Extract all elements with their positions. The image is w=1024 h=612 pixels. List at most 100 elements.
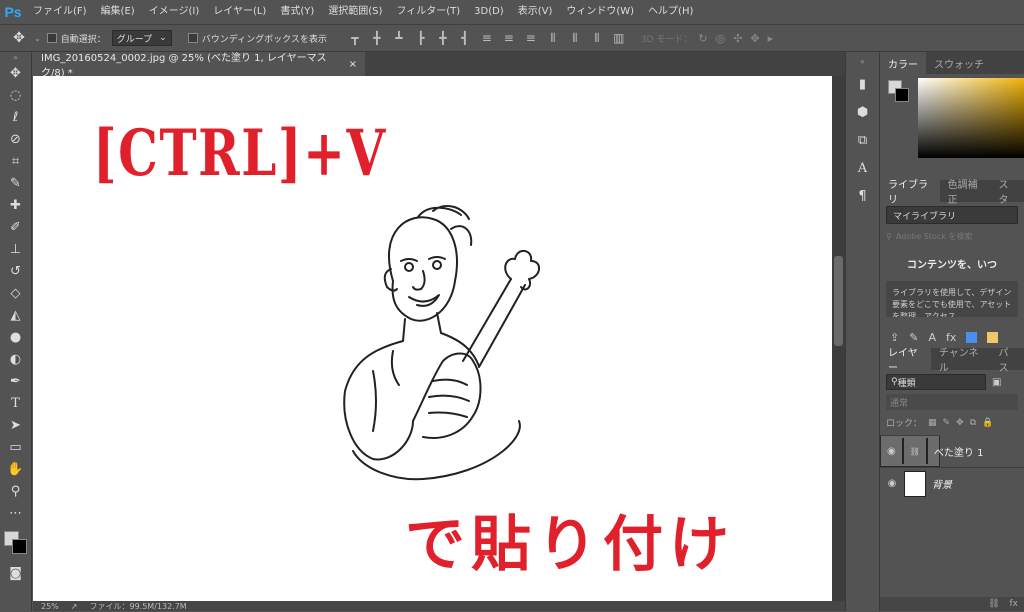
share-icon[interactable]: ↗ [71,602,78,611]
menu-window[interactable]: ウィンドウ(W) [559,0,641,24]
brush-asset-icon[interactable]: ✎ [909,331,918,344]
hand-tool-icon[interactable]: ✋ [0,458,31,480]
histogram-icon[interactable]: ▮ [846,70,879,98]
menu-view[interactable]: 表示(V) [511,0,560,24]
eraser-tool-icon[interactable]: ◇ [0,282,31,304]
distribute-vcenter-icon[interactable]: ≡ [503,31,515,46]
quick-mask-icon[interactable]: ◙ [0,562,31,584]
stock-search[interactable]: ⚲ Adobe Stock を検索 [886,228,1018,244]
menu-select[interactable]: 選択範囲(S) [321,0,389,24]
tab-paths[interactable]: パス [990,348,1024,374]
layer-row-fill[interactable]: ◉ ⛓ べた塗り 1 [880,435,983,467]
align-vcenter-icon[interactable]: ╋ [371,31,383,46]
collapse-icon[interactable]: » [0,52,31,62]
crop-tool-icon[interactable]: ⌗ [0,150,31,172]
tab-channels[interactable]: チャンネル [930,348,991,374]
align-left-icon[interactable]: ┣ [415,31,427,46]
zoom-tool-icon[interactable]: ⚲ [0,480,31,502]
lasso-tool-icon[interactable]: ℓ [0,106,31,128]
healing-brush-tool-icon[interactable]: ✚ [0,194,31,216]
tab-styles[interactable]: スタ [990,180,1024,206]
color-picker-field[interactable] [918,78,1024,158]
tab-libraries[interactable]: ライブラリ [880,180,940,206]
brush-tool-icon[interactable]: ✐ [0,216,31,238]
menu-file[interactable]: ファイル(F) [26,0,94,24]
character-icon[interactable]: A [846,154,879,182]
blend-mode-select[interactable]: 通常 [886,394,1018,410]
blue-swatch[interactable] [966,332,978,343]
link-layers-icon[interactable]: ⛓ [988,599,999,609]
yellow-swatch[interactable] [987,332,999,343]
visibility-eye-icon[interactable]: ◉ [887,446,896,457]
visibility-eye-icon[interactable]: ◉ [886,478,898,489]
pen-tool-icon[interactable]: ✒ [0,370,31,392]
auto-select-checkbox[interactable]: 自動選択： [46,32,106,45]
3d-roll-icon[interactable]: ◎ [716,32,726,45]
lock-position-icon[interactable]: ✥ [956,418,964,428]
3d-slide-icon[interactable]: ✥ [750,32,759,45]
menu-layer[interactable]: レイヤー(L) [206,0,273,24]
layer-kind-filter[interactable]: ⚲ 種類 [886,374,986,390]
menu-type[interactable]: 書式(Y) [273,0,321,24]
menu-image[interactable]: イメージ(I) [142,0,207,24]
menu-help[interactable]: ヘルプ(H) [641,0,700,24]
3d-pan-icon[interactable]: ✣ [733,32,742,45]
auto-align-icon[interactable]: ▥ [613,31,625,46]
quick-select-tool-icon[interactable]: ⊘ [0,128,31,150]
tab-layers[interactable]: レイヤー [880,348,931,374]
menu-3d[interactable]: 3D(D) [467,0,511,24]
distribute-right-icon[interactable]: ⦀ [591,31,603,46]
upload-icon[interactable]: ⇪ [890,331,899,344]
distribute-left-icon[interactable]: ⦀ [547,31,559,46]
document-tab[interactable]: IMG_20160524_0002.jpg @ 25% (べた塗り 1, レイヤ… [33,52,365,79]
file-size[interactable]: ファイル：99.5M/132.7M [89,601,186,612]
rectangle-tool-icon[interactable]: ▭ [0,436,31,458]
lock-artboard-icon[interactable]: ⧉ [970,418,976,428]
clone-stamp-tool-icon[interactable]: ⊥ [0,238,31,260]
eyedropper-tool-icon[interactable]: ✎ [0,172,31,194]
auto-select-dropdown[interactable]: グループ ⌄ [111,30,172,46]
fx-icon[interactable]: fx [1010,599,1019,609]
actions-icon[interactable]: ⧉ [846,126,879,154]
lock-all-icon[interactable]: 🔒 [982,418,993,428]
char-style-icon[interactable]: A [928,331,936,344]
type-tool-icon[interactable]: T [0,392,31,414]
link-icon[interactable]: ⛓ [910,447,920,456]
path-select-tool-icon[interactable]: ➤ [0,414,31,436]
align-right-icon[interactable]: ┫ [459,31,471,46]
move-tool-icon[interactable]: ✥ [10,30,28,46]
distribute-bottom-icon[interactable]: ≡ [525,31,537,46]
marquee-tool-icon[interactable]: ◌ [0,84,31,106]
3d-rotate-icon[interactable]: ↻ [698,32,707,45]
align-bottom-icon[interactable]: ┻ [393,31,405,46]
move-tool-icon[interactable]: ✥ [0,62,31,84]
image-filter-icon[interactable]: ▣ [992,377,1001,388]
lock-transparent-icon[interactable]: ▦ [928,418,937,428]
align-hcenter-icon[interactable]: ╋ [437,31,449,46]
3d-scale-icon[interactable]: ▸ [768,32,774,45]
tab-swatches[interactable]: スウォッチ [926,52,992,74]
zoom-level[interactable]: 25% [41,602,59,611]
vertical-scrollbar[interactable] [832,76,845,601]
panel-background-color[interactable] [895,88,909,102]
expand-icon[interactable]: « [846,52,879,70]
document-canvas[interactable]: [CTRL]+V で貼り付け [33,76,832,601]
paint-bucket-tool-icon[interactable]: ◭ [0,304,31,326]
canvas-area[interactable]: [CTRL]+V で貼り付け [33,76,832,601]
scrollbar-thumb[interactable] [834,256,843,346]
blur-tool-icon[interactable]: ● [0,326,31,348]
bounding-box-checkbox[interactable]: バウンディングボックスを表示 [187,32,327,45]
align-top-icon[interactable]: ┳ [349,31,361,46]
distribute-top-icon[interactable]: ≡ [481,31,493,46]
3d-panel-icon[interactable]: ⬢ [846,98,879,126]
history-brush-tool-icon[interactable]: ↺ [0,260,31,282]
color-swatches[interactable] [3,530,29,556]
tab-color[interactable]: カラー [880,52,926,74]
tab-adjustments[interactable]: 色調補正 [939,180,991,206]
fx-icon[interactable]: fx [946,331,956,344]
dodge-tool-icon[interactable]: ◐ [0,348,31,370]
lock-paint-icon[interactable]: ✎ [943,418,951,428]
layer-mask-thumbnail[interactable] [925,438,928,464]
paragraph-icon[interactable]: ¶ [846,182,879,210]
distribute-hcenter-icon[interactable]: ⦀ [569,31,581,46]
